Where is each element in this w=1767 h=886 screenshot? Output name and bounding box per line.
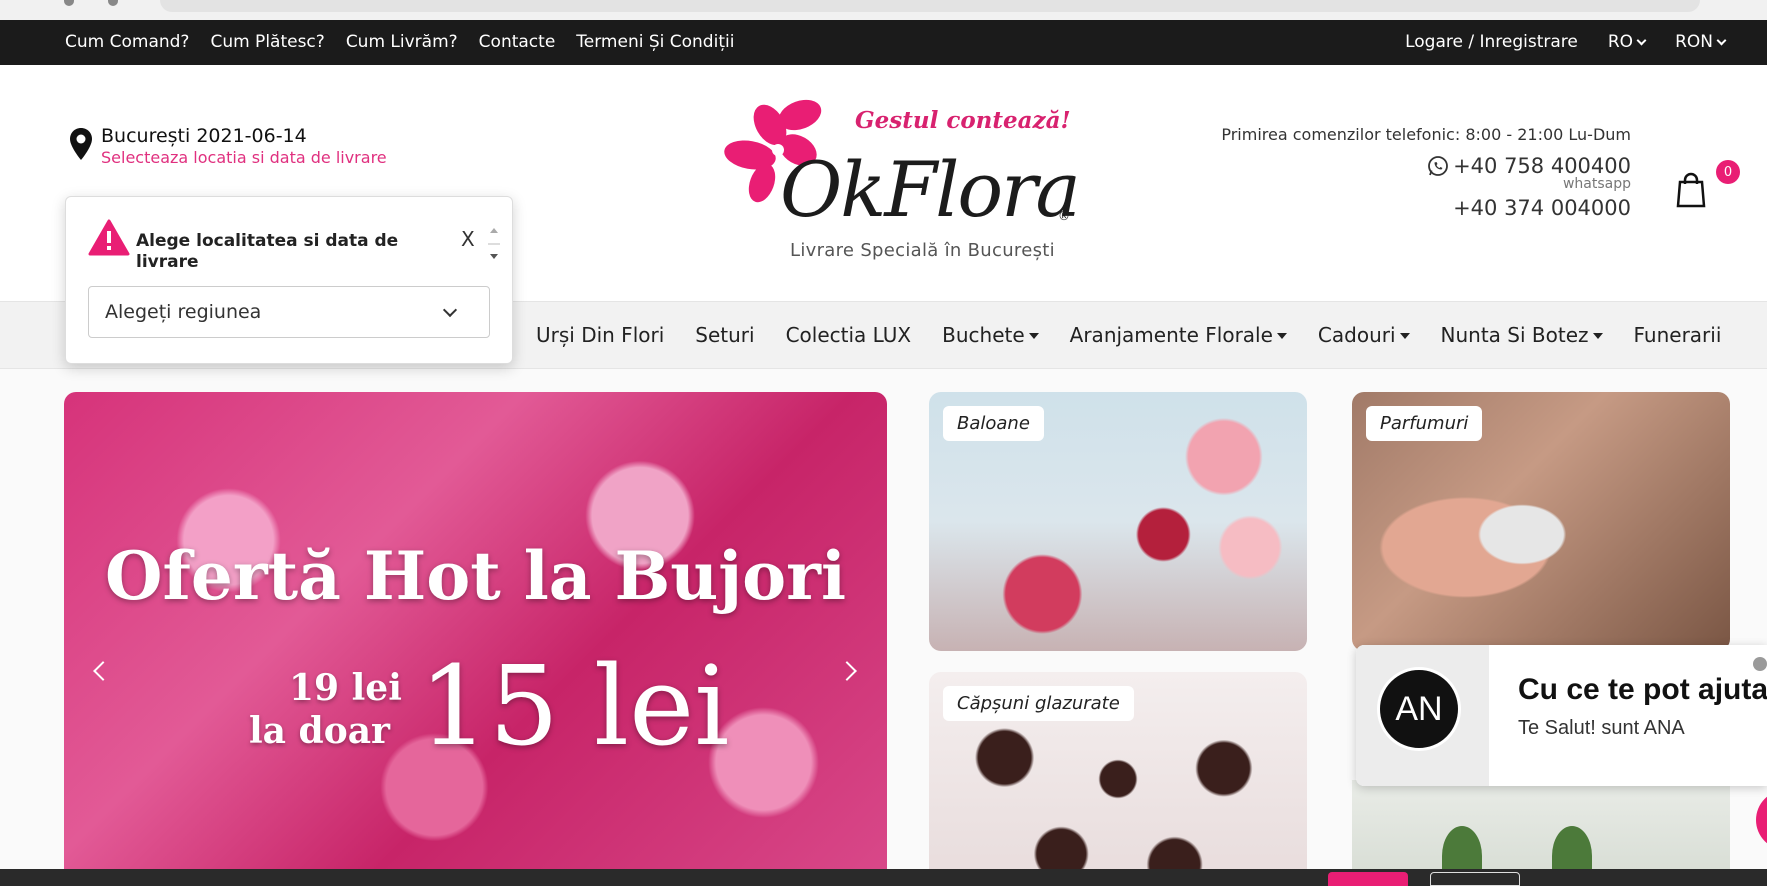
- whatsapp-link[interactable]: +40 758 400400: [1221, 154, 1631, 178]
- tile-label: Baloane: [943, 406, 1044, 441]
- chevron-down-icon: [1716, 35, 1727, 46]
- language-value: RO: [1607, 32, 1634, 52]
- map-pin-icon: [70, 128, 92, 160]
- logo-registered-mark: ®: [1058, 209, 1070, 223]
- address-bar[interactable]: [160, 0, 1700, 12]
- hero-banner[interactable]: Ofertă Hot la Bujori 19 lei la doar 15 l…: [64, 392, 887, 886]
- chat-greeting: Te Salut! sunt ANA: [1518, 717, 1685, 739]
- popup-scrollbar[interactable]: [485, 221, 503, 269]
- menu-label: Aranjamente Florale: [1069, 323, 1273, 347]
- warning-icon: [88, 219, 130, 256]
- logo-brand: OkFlora: [780, 145, 1081, 234]
- chat-close-icon[interactable]: [1753, 657, 1767, 671]
- chat-launcher-button[interactable]: [1756, 790, 1767, 850]
- nav-terms[interactable]: Termeni Și Condiții: [576, 32, 734, 52]
- language-dropdown[interactable]: RO: [1607, 32, 1647, 52]
- site-logo[interactable]: Gestul contează! OkFlora ® Livrare Speci…: [720, 85, 1081, 275]
- chat-widget[interactable]: AN Cu ce te pot ajuta? Te Salut! sunt AN…: [1356, 645, 1767, 786]
- menu-item-nunta-si-botez[interactable]: Nunta Si Botez: [1441, 323, 1603, 347]
- top-bar: Cum Comand? Cum Plătesc? Cum Livrăm? Con…: [0, 20, 1767, 65]
- tile-label: Parfumuri: [1366, 406, 1483, 441]
- chevron-right-icon: [837, 661, 857, 681]
- menu-item-colectia-lux[interactable]: Colectia LUX: [786, 323, 912, 347]
- caret-down-icon: [1592, 333, 1603, 339]
- login-link[interactable]: Logare / Inregistrare: [1405, 32, 1578, 52]
- caret-down-icon: [1399, 333, 1410, 339]
- nav-contacts[interactable]: Contacte: [479, 32, 556, 52]
- shopping-bag-icon: [1676, 172, 1706, 208]
- carousel-next-button[interactable]: [836, 652, 866, 692]
- whatsapp-number: +40 758 400400: [1453, 154, 1631, 178]
- menu-item-ursi-din-flori[interactable]: Urși Din Flori: [536, 323, 664, 347]
- caret-down-icon: [1276, 333, 1287, 339]
- menu-item-funerarii[interactable]: Funerarii: [1634, 323, 1722, 347]
- category-tile-baloane[interactable]: Baloane: [929, 392, 1307, 651]
- contact-info: Primirea comenzilor telefonic: 8:00 - 21…: [1221, 125, 1631, 220]
- cookie-accept-button[interactable]: [1328, 872, 1408, 886]
- chat-avatar: AN: [1377, 667, 1461, 751]
- hero-headline: Ofertă Hot la Bujori: [104, 537, 847, 615]
- top-nav: Cum Comand? Cum Plătesc? Cum Livrăm? Con…: [65, 32, 734, 52]
- popup-title: Alege localitatea si data de livrare: [136, 231, 399, 272]
- cart-button[interactable]: 0: [1676, 160, 1740, 210]
- currency-value: RON: [1675, 32, 1713, 52]
- chevron-down-icon: [442, 302, 458, 318]
- whatsapp-label: whatsapp: [1562, 176, 1631, 192]
- browser-reload-icon[interactable]: [108, 0, 118, 6]
- region-select-value: Alegeți regiunea: [105, 301, 262, 323]
- logo-tagline: Livrare Specială în București: [790, 240, 1055, 261]
- currency-dropdown[interactable]: RON: [1675, 32, 1727, 52]
- location-popup: Alege localitatea si data de livrare X A…: [65, 196, 513, 364]
- location-city-date: București 2021-06-14: [101, 125, 307, 147]
- menu-label: Nunta Si Botez: [1440, 323, 1589, 347]
- popup-close-button[interactable]: X: [461, 227, 475, 251]
- category-tile-capsuni[interactable]: Căpșuni glazurate: [929, 672, 1307, 886]
- category-tile-parfumuri[interactable]: Parfumuri: [1352, 392, 1730, 651]
- cookie-settings-button[interactable]: [1430, 872, 1520, 886]
- browser-chrome: [0, 0, 1767, 20]
- tile-label: Căpșuni glazurate: [943, 686, 1134, 721]
- chevron-left-icon: [93, 661, 113, 681]
- nav-how-we-deliver[interactable]: Cum Livrăm?: [346, 32, 458, 52]
- chat-question: Cu ce te pot ajuta?: [1518, 673, 1767, 706]
- nav-how-to-pay[interactable]: Cum Plătesc?: [210, 32, 324, 52]
- menu-label: Buchete: [942, 323, 1025, 347]
- menu-item-cadouri[interactable]: Cadouri: [1318, 323, 1410, 347]
- whatsapp-icon: [1428, 156, 1448, 176]
- carousel-prev-button[interactable]: [86, 652, 116, 692]
- menu-item-aranjamente-florale[interactable]: Aranjamente Florale: [1070, 323, 1287, 347]
- account-nav: Logare / Inregistrare RO RON: [1405, 32, 1727, 52]
- menu-label: Cadouri: [1317, 323, 1396, 347]
- hero-old-price: 19 lei: [289, 667, 402, 709]
- cookie-bar: [0, 869, 1767, 886]
- nav-how-to-order[interactable]: Cum Comand?: [65, 32, 189, 52]
- location-hint-link[interactable]: Selecteaza locatia si data de livrare: [101, 148, 387, 167]
- browser-back-icon[interactable]: [64, 0, 74, 6]
- caret-down-icon: [1028, 333, 1039, 339]
- phone-number[interactable]: +40 374 004000: [1221, 196, 1631, 220]
- chevron-down-icon: [1636, 35, 1647, 46]
- hero-new-price: 15 lei: [419, 642, 730, 770]
- hero-only-text: la doar: [249, 710, 391, 752]
- order-hours: Primirea comenzilor telefonic: 8:00 - 21…: [1221, 125, 1631, 144]
- menu-item-buchete[interactable]: Buchete: [942, 323, 1039, 347]
- logo-slogan: Gestul contează!: [855, 107, 1071, 134]
- menu-item-seturi[interactable]: Seturi: [695, 323, 754, 347]
- cart-count-badge: 0: [1716, 160, 1740, 184]
- region-select[interactable]: Alegeți regiunea: [88, 286, 490, 338]
